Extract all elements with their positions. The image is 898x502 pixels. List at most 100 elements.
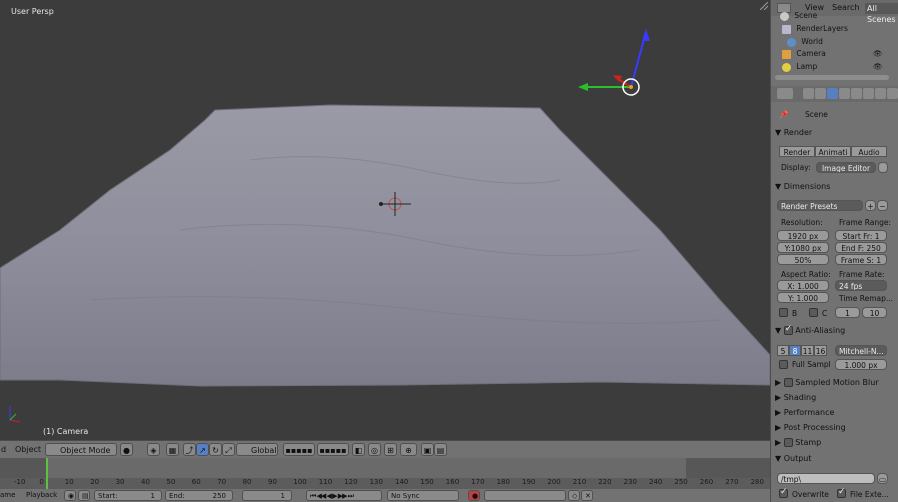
crop-checkbox[interactable] (809, 308, 818, 317)
shading-mode-icon[interactable]: ● (120, 443, 133, 456)
display-fullscreen-icon[interactable] (878, 162, 888, 173)
render-tab-icon[interactable] (803, 88, 814, 99)
area-split-corner-icon[interactable] (760, 2, 768, 10)
aa-samples-11[interactable]: 11 (801, 345, 814, 356)
resolution-x-field[interactable]: 1920 px (777, 230, 829, 241)
render-section-header[interactable]: ▼ Render (775, 128, 812, 137)
folder-icon[interactable]: ▭ (877, 473, 888, 484)
aa-samples-16[interactable]: 16 (814, 345, 827, 356)
rotate-manipulator-icon[interactable]: ↻ (209, 443, 222, 456)
frame-rate-dropdown[interactable]: 24 fps (835, 280, 887, 291)
manipulator-toggle-icon[interactable]: ⤴ (183, 443, 196, 456)
render-presets-dropdown[interactable]: Render Presets (777, 200, 863, 211)
layers-grid-b[interactable]: ▪▪▪▪▪ (317, 443, 349, 456)
scene-tab-icon[interactable] (827, 88, 838, 99)
stamp-checkbox[interactable] (783, 438, 793, 447)
time-remap-new-field[interactable]: 10 (862, 307, 887, 318)
outliner-row-lamp[interactable]: Lamp 👁 (782, 61, 883, 73)
aa-samples-5[interactable]: 5 (777, 345, 789, 356)
start-frame-field[interactable]: Start: 1 (94, 490, 162, 501)
filter-size-field[interactable]: 1.000 px (835, 359, 887, 370)
display-dropdown[interactable]: Image Editor (816, 162, 876, 173)
motion-blur-checkbox[interactable] (783, 378, 793, 387)
translate-manipulator-icon[interactable]: ↗ (196, 443, 209, 456)
render-layers-tab-icon[interactable] (815, 88, 826, 99)
menu-playback[interactable]: Playback (26, 490, 57, 501)
antialiasing-checkbox[interactable] (783, 324, 793, 335)
menu-prev[interactable]: d (1, 443, 6, 456)
3d-viewport[interactable]: User Persp (1) Camera (0, 0, 770, 440)
constraints-tab-icon[interactable] (863, 88, 874, 99)
pin-icon[interactable]: 📌 (779, 110, 788, 119)
aa-filter-dropdown[interactable]: Mitchell-N... (835, 345, 887, 356)
visibility-eye-icon[interactable]: 👁 (873, 48, 883, 60)
audio-button[interactable]: Audio (851, 146, 887, 157)
resolution-y-field[interactable]: Y:1080 px (777, 242, 829, 253)
resolution-percent-field[interactable]: 50% (777, 254, 829, 265)
lock-icon[interactable]: ▤ (78, 490, 90, 501)
aspect-y-field[interactable]: Y: 1.000 (777, 292, 829, 303)
dimensions-section-header[interactable]: ▼ Dimensions (775, 182, 830, 191)
outliner-row-scene[interactable]: Scene (780, 10, 817, 22)
aa-samples-8[interactable]: 8 (789, 345, 801, 356)
performance-section-header[interactable]: ▶ Performance (775, 408, 834, 417)
render-layer-icon[interactable]: ◧ (352, 443, 365, 456)
shading-section-header[interactable]: ▶ Shading (775, 393, 816, 402)
object-tab-icon[interactable] (851, 88, 862, 99)
outliner-search-menu[interactable]: Search (832, 3, 859, 12)
output-path-field[interactable]: /tmp\ (777, 473, 875, 484)
aspect-x-field[interactable]: X: 1.000 (777, 280, 829, 291)
timeline-current-frame-cursor[interactable] (46, 458, 48, 489)
snap-toggle-icon[interactable]: ⊞ (384, 443, 397, 456)
pivot-point-icon[interactable]: ◈ (147, 443, 160, 456)
post-processing-section-header[interactable]: ▶ Post Processing (775, 423, 846, 432)
world-tab-icon[interactable] (839, 88, 850, 99)
outliner-row-world[interactable]: World (787, 36, 823, 48)
time-remap-old-field[interactable]: 1 (835, 307, 860, 318)
editor-type-icon[interactable] (777, 88, 793, 99)
remove-preset-button[interactable]: − (877, 200, 888, 211)
output-section-header[interactable]: ▼ Output (775, 454, 812, 463)
modifiers-tab-icon[interactable] (875, 88, 886, 99)
record-button[interactable]: ● (468, 490, 480, 501)
visibility-eye-icon[interactable]: 👁 (873, 61, 883, 73)
orientation-dropdown[interactable]: Global (236, 443, 278, 456)
data-tab-icon[interactable] (887, 88, 898, 99)
antialiasing-section-header[interactable]: ▼ Anti-Aliasing (775, 324, 845, 335)
mode-dropdown[interactable]: Object Mode (45, 443, 117, 456)
border-checkbox[interactable] (779, 308, 788, 317)
end-frame-field[interactable]: End: 250 (165, 490, 233, 501)
menu-frame[interactable]: ame (0, 490, 15, 501)
snap-element-icon[interactable]: ⊕ (400, 443, 417, 456)
menu-object[interactable]: Object (15, 443, 41, 456)
file-extensions-checkbox[interactable] (837, 487, 846, 498)
keying-set-field[interactable] (484, 490, 566, 501)
timeline[interactable]: -10 0 10 20 30 40 50 60 70 80 90 100 110 120 130 140 150… (0, 458, 770, 489)
sync-dropdown[interactable]: No Sync (387, 490, 459, 501)
playback-controls[interactable]: ⏮ ◀◀ ◀ ▶ ▶▶ ⏭ (306, 490, 382, 501)
stamp-section-header[interactable]: ▶ Stamp (775, 438, 821, 447)
opengl-render-icon[interactable]: ▣ (421, 443, 434, 456)
frame-step-field[interactable]: Frame S: 1 (835, 254, 887, 265)
full-sample-checkbox[interactable] (779, 360, 788, 369)
overwrite-checkbox[interactable] (779, 487, 788, 498)
layers-grid-a[interactable]: ▪▪▪▪▪ (283, 443, 315, 456)
add-preset-button[interactable]: + (865, 200, 876, 211)
insert-keyframe-icon[interactable]: ◇ (568, 490, 580, 501)
delete-keyframe-icon[interactable]: ✕ (581, 490, 593, 501)
outliner-row-renderlayers[interactable]: RenderLayers (782, 23, 848, 35)
current-frame-field[interactable]: 1 (242, 490, 292, 501)
render-button[interactable]: Render (779, 146, 815, 157)
end-frame-field[interactable]: End F: 250 (835, 242, 887, 253)
viewport-grid-icon[interactable]: ▦ (166, 443, 179, 456)
display-mode-dropdown[interactable]: All Scenes (865, 3, 898, 24)
outliner-scrollbar[interactable] (775, 75, 889, 80)
animation-button[interactable]: Animati (815, 146, 851, 157)
start-frame-field[interactable]: Start Fr: 1 (835, 230, 887, 241)
proportional-edit-icon[interactable]: ◎ (368, 443, 381, 456)
keying-icon[interactable]: ◉ (64, 490, 76, 501)
scale-manipulator-icon[interactable]: ⤢ (222, 443, 235, 456)
motion-blur-section-header[interactable]: ▶ Sampled Motion Blur (775, 378, 879, 387)
opengl-anim-icon[interactable]: ▤ (434, 443, 447, 456)
outliner-row-camera[interactable]: Camera 👁 (782, 48, 883, 60)
